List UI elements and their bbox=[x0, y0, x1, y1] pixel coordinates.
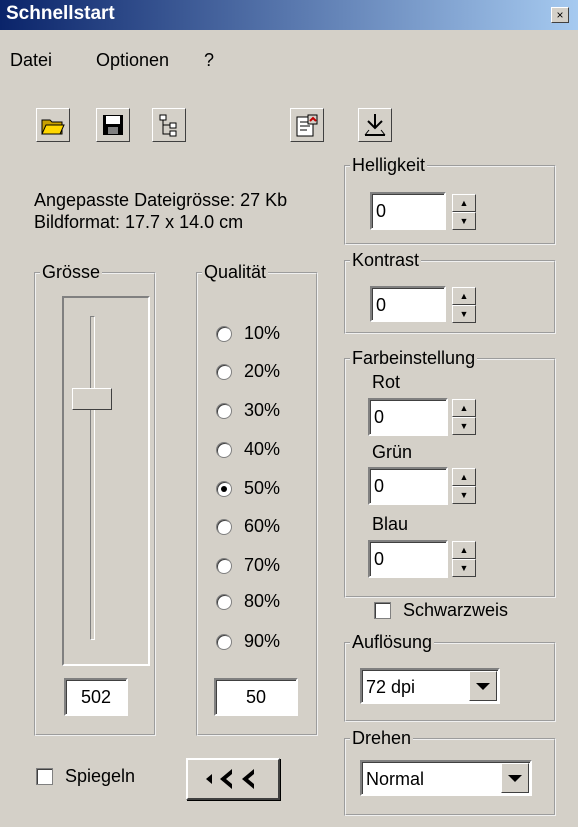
radio-button[interactable] bbox=[216, 518, 232, 535]
spin-up-button[interactable]: ▲ bbox=[452, 468, 476, 486]
radio-option[interactable]: 80% bbox=[216, 591, 280, 612]
close-button[interactable]: × bbox=[551, 7, 569, 23]
spiegeln-checkbox[interactable]: Spiegeln bbox=[36, 766, 135, 787]
dropdown-button[interactable] bbox=[501, 763, 529, 793]
gruen-spinner[interactable]: ▲ ▼ bbox=[452, 468, 476, 504]
export-icon bbox=[296, 114, 318, 137]
radio-button[interactable] bbox=[216, 593, 232, 610]
radio-option[interactable]: 40% bbox=[216, 439, 280, 460]
save-button[interactable] bbox=[96, 108, 130, 142]
tree-button[interactable] bbox=[152, 108, 186, 142]
rot-spinner[interactable]: ▲ ▼ bbox=[452, 399, 476, 435]
radio-option[interactable]: 20% bbox=[216, 361, 280, 382]
qualitaet-label: Qualität bbox=[204, 262, 267, 282]
open-button[interactable] bbox=[36, 108, 70, 142]
save-icon bbox=[103, 115, 123, 135]
format-text: Bildformat: 17.7 x 14.0 cm bbox=[34, 212, 244, 232]
open-folder-icon bbox=[41, 119, 65, 135]
radio-option[interactable]: 60% bbox=[216, 516, 280, 537]
menu-help[interactable]: ? bbox=[204, 50, 214, 71]
radio-button[interactable] bbox=[216, 557, 232, 574]
spin-down-button[interactable]: ▼ bbox=[452, 559, 476, 577]
filesize-text: Angepasste Dateigrösse: 27 Kb bbox=[34, 190, 288, 210]
drehen-label: Drehen bbox=[352, 728, 412, 748]
export-button[interactable] bbox=[290, 108, 324, 142]
kontrast-spinner[interactable]: ▲ ▼ bbox=[452, 287, 476, 323]
kontrast-input[interactable]: 0 bbox=[370, 286, 446, 322]
radio-button[interactable] bbox=[216, 633, 232, 650]
download-button[interactable] bbox=[358, 108, 392, 142]
checkbox-box[interactable] bbox=[374, 602, 391, 619]
blau-input[interactable]: 0 bbox=[368, 540, 448, 578]
helligkeit-spinner[interactable]: ▲ ▼ bbox=[452, 194, 476, 230]
radio-button-selected[interactable] bbox=[216, 480, 232, 497]
spin-up-button[interactable]: ▲ bbox=[452, 399, 476, 417]
menu-optionen[interactable]: Optionen bbox=[96, 50, 169, 71]
radio-button[interactable] bbox=[216, 402, 232, 419]
spin-up-button[interactable]: ▲ bbox=[452, 194, 476, 212]
radio-button[interactable] bbox=[216, 325, 232, 342]
chevron-down-icon bbox=[476, 682, 490, 690]
spin-down-button[interactable]: ▼ bbox=[452, 212, 476, 230]
back-button[interactable] bbox=[186, 758, 280, 800]
back-arrows-icon bbox=[206, 769, 254, 789]
blau-spinner[interactable]: ▲ ▼ bbox=[452, 541, 476, 577]
aufloesung-label: Auflösung bbox=[352, 632, 433, 652]
qualitaet-value-box[interactable]: 50 bbox=[214, 678, 298, 716]
groesse-value-box[interactable]: 502 bbox=[64, 678, 128, 716]
radio-option[interactable]: 90% bbox=[216, 631, 280, 652]
helligkeit-input[interactable]: 0 bbox=[370, 192, 446, 230]
rot-label: Rot bbox=[372, 372, 401, 392]
gruen-label: Grün bbox=[372, 442, 413, 462]
size-slider[interactable] bbox=[62, 296, 150, 666]
aufloesung-select[interactable]: 72 dpi bbox=[360, 668, 500, 704]
blau-label: Blau bbox=[372, 514, 409, 534]
slider-track bbox=[90, 316, 95, 640]
radio-option[interactable]: 70% bbox=[216, 555, 280, 576]
helligkeit-label: Helligkeit bbox=[352, 155, 426, 175]
drehen-select[interactable]: Normal bbox=[360, 760, 532, 796]
slider-thumb[interactable] bbox=[72, 388, 112, 410]
checkbox-box[interactable] bbox=[36, 768, 53, 785]
radio-button[interactable] bbox=[216, 441, 232, 458]
chevron-down-icon bbox=[508, 774, 522, 782]
tree-icon bbox=[159, 114, 177, 137]
spin-up-button[interactable]: ▲ bbox=[452, 541, 476, 559]
schwarzweis-checkbox[interactable]: Schwarzweis bbox=[374, 600, 508, 621]
radio-button[interactable] bbox=[216, 363, 232, 380]
menu-datei[interactable]: Datei bbox=[10, 50, 52, 71]
window-title: Schnellstart bbox=[6, 3, 115, 24]
dropdown-button[interactable] bbox=[469, 671, 497, 701]
spin-down-button[interactable]: ▼ bbox=[452, 486, 476, 504]
spin-up-button[interactable]: ▲ bbox=[452, 287, 476, 305]
spin-down-button[interactable]: ▼ bbox=[452, 305, 476, 323]
farbeinstellung-label: Farbeinstellung bbox=[352, 348, 476, 368]
radio-option[interactable]: 50% bbox=[216, 478, 280, 499]
spin-down-button[interactable]: ▼ bbox=[452, 417, 476, 435]
radio-option[interactable]: 10% bbox=[216, 323, 280, 344]
rot-input[interactable]: 0 bbox=[368, 398, 448, 436]
download-icon bbox=[364, 114, 386, 136]
kontrast-label: Kontrast bbox=[352, 250, 420, 270]
groesse-label: Grösse bbox=[42, 262, 101, 282]
gruen-input[interactable]: 0 bbox=[368, 467, 448, 505]
radio-option[interactable]: 30% bbox=[216, 400, 280, 421]
